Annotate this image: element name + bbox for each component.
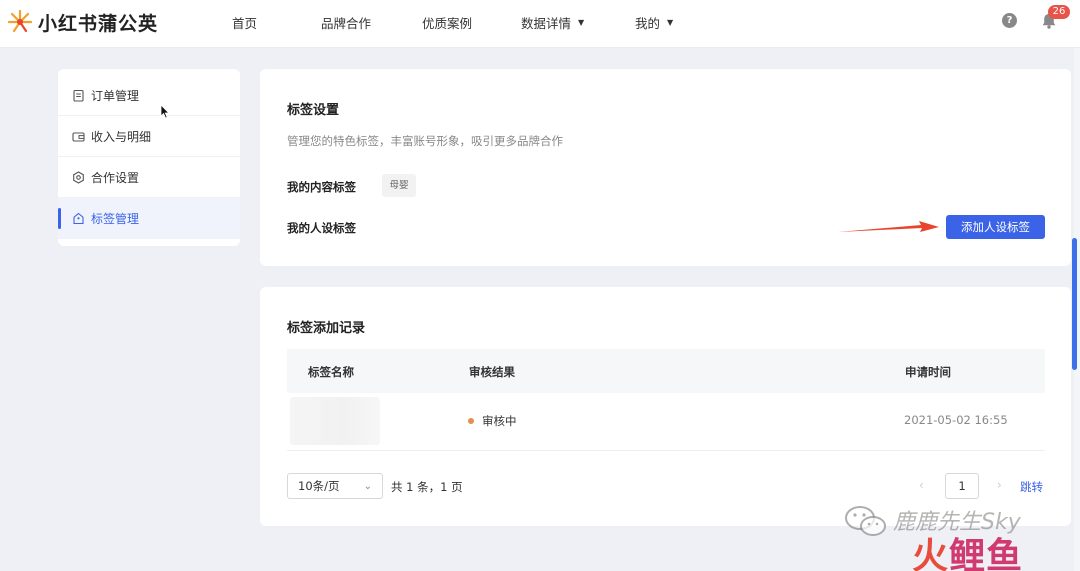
brand-logo[interactable]: 小红书蒲公英 [6, 8, 158, 36]
sidebar-item-income[interactable]: 收入与明细 [58, 116, 240, 157]
red-arrow-annotation [838, 221, 939, 232]
question-icon[interactable]: ? [1002, 13, 1017, 28]
total-count: 共 1 条，1 页 [391, 480, 463, 494]
apply-time: 2021-05-02 16:55 [904, 413, 1008, 427]
sidebar-item-label: 标签管理 [91, 212, 140, 226]
section-title: 标签添加记录 [287, 321, 366, 336]
nav-brand-cooperation[interactable]: 品牌合作 [321, 13, 371, 32]
table-header: 标签名称 审核结果 申请时间 [287, 349, 1045, 393]
tag-settings-card: 标签设置 管理您的特色标签，丰富账号形象，吸引更多品牌合作 我的内容标签 母婴 … [260, 69, 1071, 266]
page-size-select[interactable]: 10条/页 ⌄ [287, 473, 383, 499]
tag-icon [73, 212, 84, 225]
sidebar-item-label: 收入与明细 [91, 129, 152, 144]
tag-records-card: 标签添加记录 标签名称 审核结果 申请时间 审核中 2021-05-02 16:… [260, 287, 1071, 526]
page-number-input[interactable]: 1 [945, 473, 979, 499]
nav-label: 优质案例 [422, 16, 473, 31]
scrollbar-thumb[interactable] [1072, 238, 1077, 370]
tag-name-cell [290, 397, 380, 445]
status-pending-dot [468, 418, 474, 424]
content-tags-label: 我的内容标签 [287, 180, 356, 194]
wechat-watermark-icon [845, 506, 886, 536]
persona-tags-label: 我的人设标签 [287, 221, 356, 235]
sidebar-item-cooperation-settings[interactable]: 合作设置 [58, 157, 240, 198]
clipboard-icon [73, 89, 84, 102]
review-status: 审核中 [482, 414, 517, 428]
sidebar: 订单管理 收入与明细 合作设置 标签管理 [58, 69, 240, 246]
chevron-down-icon: ⌄ [363, 481, 372, 492]
wallet-icon [72, 131, 85, 142]
column-header-apply-time: 申请时间 [905, 365, 951, 379]
jump-button[interactable]: 跳转 [1020, 479, 1043, 495]
sidebar-item-orders[interactable]: 订单管理 [58, 75, 240, 116]
content-tag-chip: 母婴 [382, 174, 416, 197]
prev-page-button[interactable]: ‹ [919, 478, 924, 492]
section-title: 标签设置 [287, 103, 340, 118]
column-header-tag-name: 标签名称 [308, 365, 354, 379]
table-row: 审核中 2021-05-02 16:55 [287, 393, 1045, 451]
section-description: 管理您的特色标签，丰富账号形象，吸引更多品牌合作 [287, 134, 563, 148]
mouse-cursor-icon [160, 104, 170, 119]
column-header-review-result: 审核结果 [469, 365, 515, 379]
watermark-logo-part: 鲤鱼 [949, 536, 1024, 571]
sidebar-item-label: 合作设置 [91, 170, 140, 185]
dandelion-icon [7, 9, 33, 33]
nav-label: 品牌合作 [321, 16, 372, 31]
nav-mine[interactable]: 我的 ▼ [635, 13, 673, 32]
add-persona-tag-button[interactable]: 添加人设标签 [946, 215, 1045, 239]
watermark-logo: 火鲤鱼 [912, 527, 1023, 571]
top-navbar: 小红书蒲公英 首页 品牌合作 优质案例 数据详情 ▼ 我的 ▼ ? 26 [0, 0, 1080, 48]
caret-down-icon: ▼ [667, 18, 674, 27]
sidebar-item-label: 订单管理 [91, 88, 140, 103]
nav-cases[interactable]: 优质案例 [422, 13, 472, 32]
nav-label: 我的 [635, 16, 661, 31]
nav-data-details[interactable]: 数据详情 ▼ [521, 13, 584, 32]
gear-icon [73, 170, 84, 184]
notification-badge: 26 [1048, 5, 1070, 19]
nav-home[interactable]: 首页 [232, 13, 257, 32]
watermark-logo-part: 火 [912, 536, 950, 571]
brand-name: 小红书蒲公英 [38, 12, 159, 35]
nav-label: 首页 [232, 16, 258, 31]
nav-label: 数据详情 [521, 16, 572, 31]
page-size-value: 10条/页 [298, 479, 340, 493]
sidebar-item-tag-management[interactable]: 标签管理 [58, 198, 240, 239]
caret-down-icon: ▼ [578, 18, 585, 27]
next-page-button[interactable]: › [997, 478, 1002, 492]
